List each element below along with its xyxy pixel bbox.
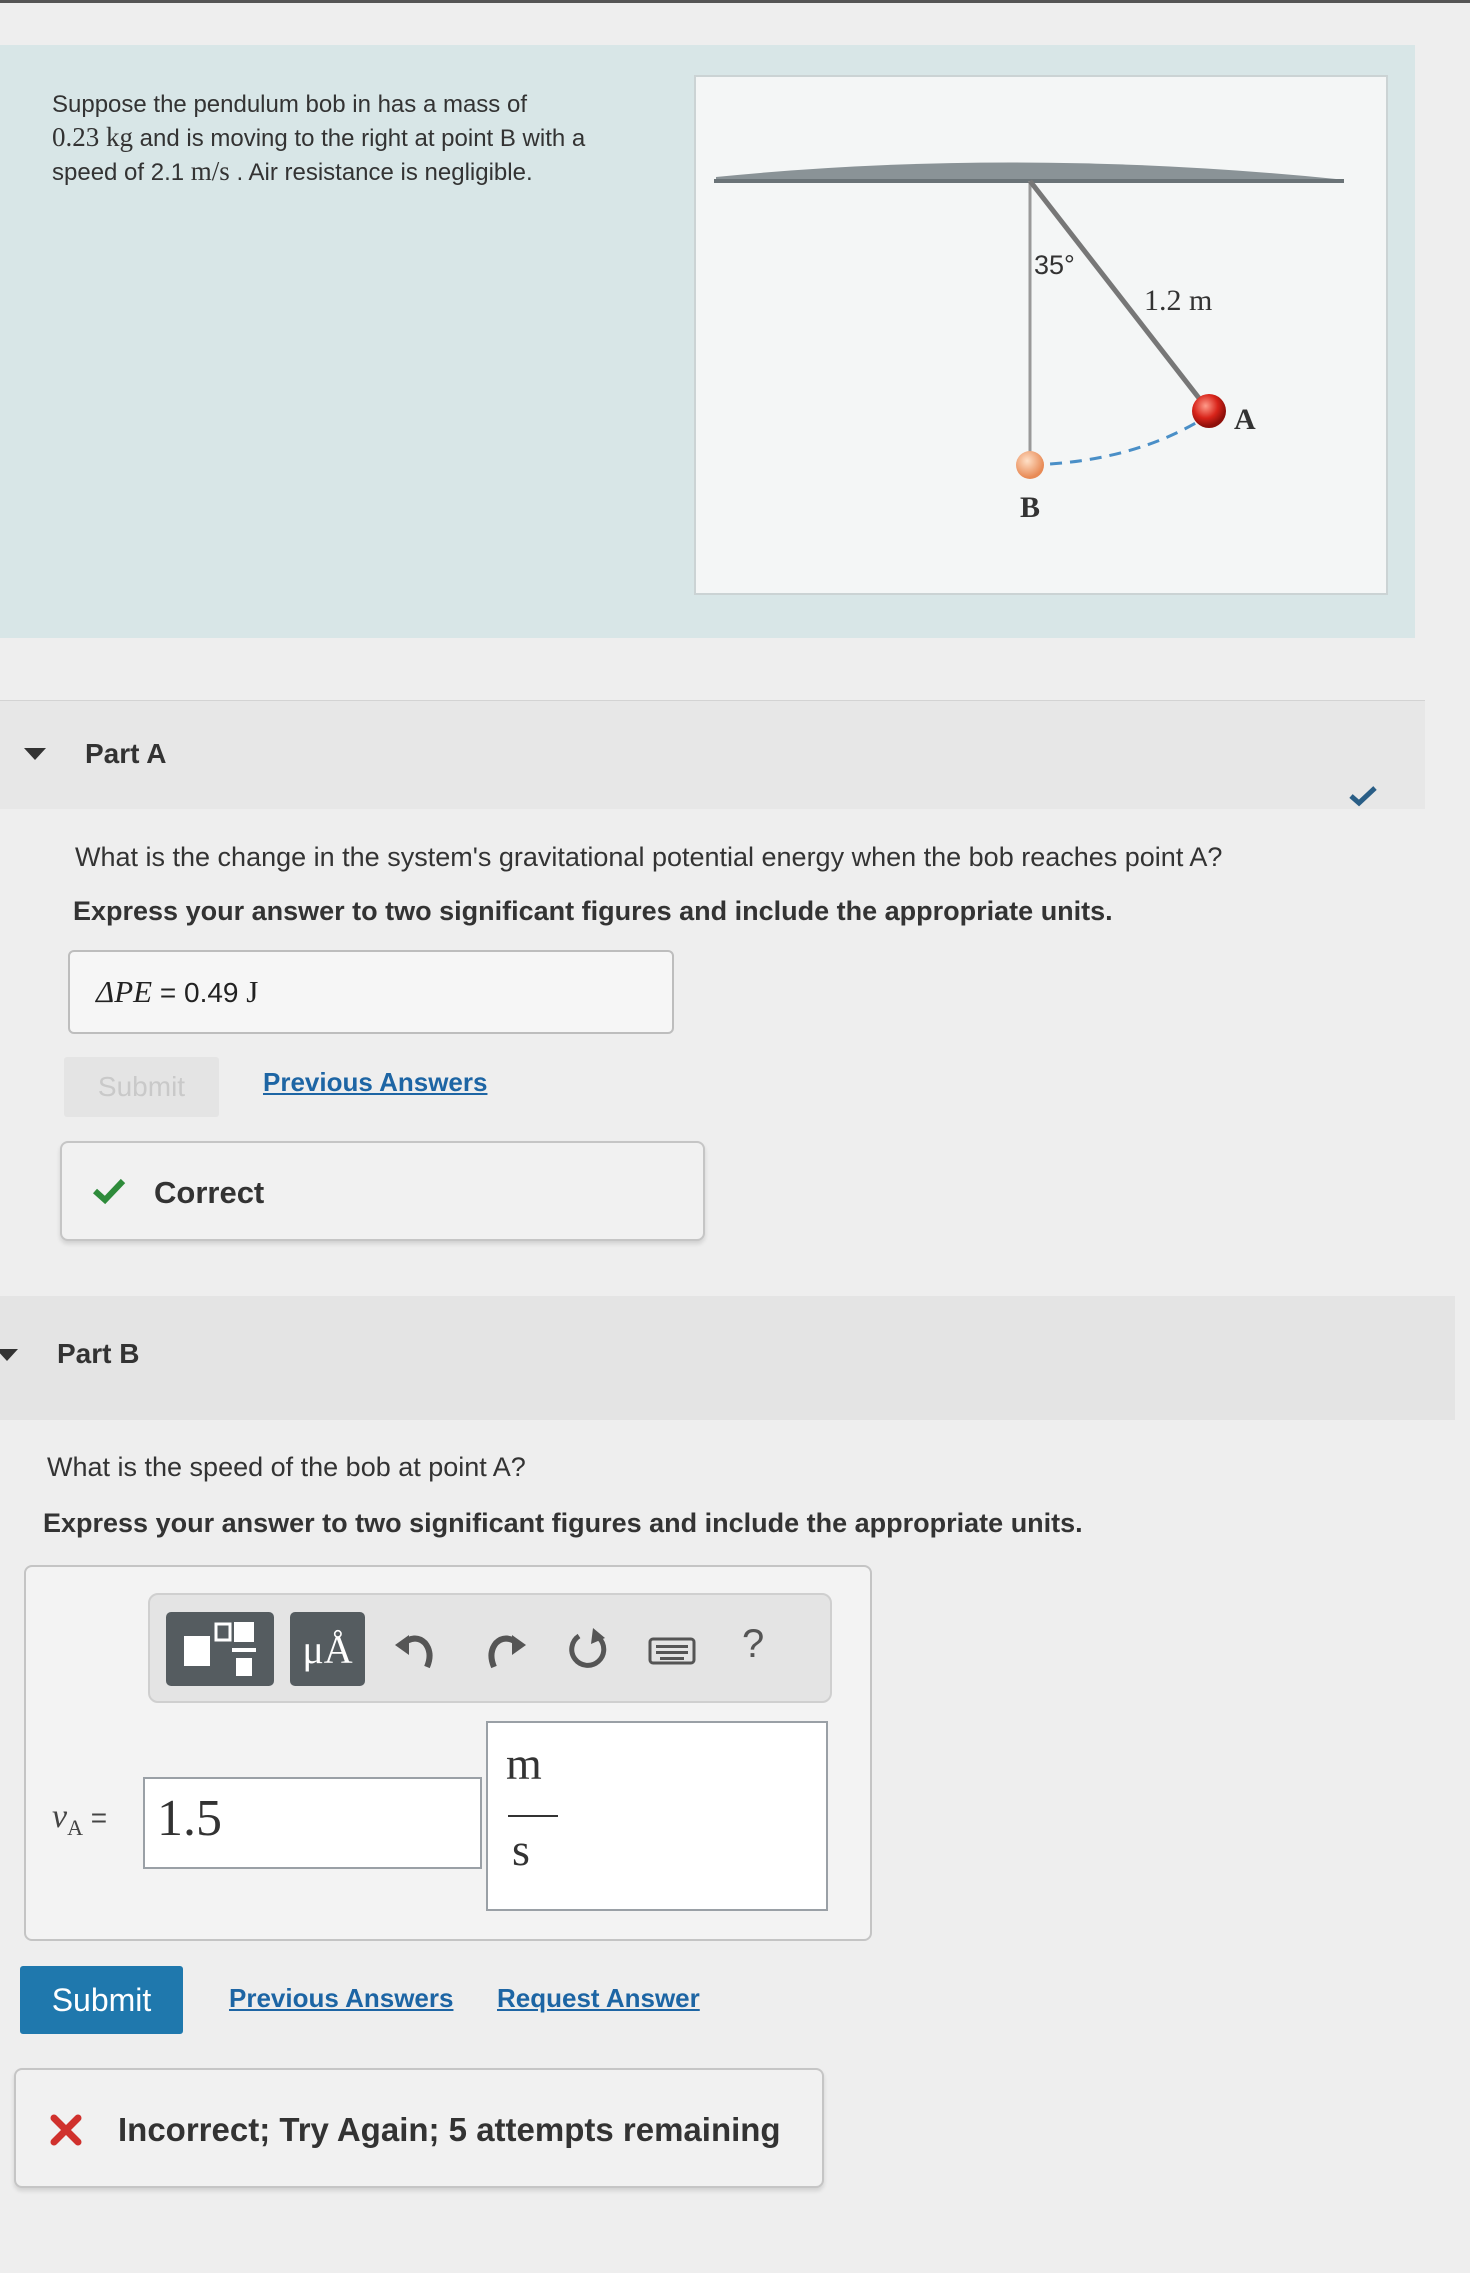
collapse-caret-icon[interactable] (24, 748, 46, 760)
point-a-label: A (1234, 403, 1256, 436)
collapse-caret-icon[interactable] (0, 1349, 18, 1361)
unit-denominator[interactable]: s (512, 1823, 530, 1876)
undo-icon[interactable] (393, 1627, 439, 1671)
fraction-template-icon (184, 1622, 256, 1676)
pendulum-diagram: 35° 1.2 m A B (714, 162, 1344, 524)
units-input[interactable]: m s (486, 1721, 828, 1911)
part-a-title: Part A (85, 738, 167, 769)
answer-equals: = (152, 977, 184, 1008)
part-a-question: What is the change in the system's gravi… (75, 842, 1223, 872)
part-b-header[interactable] (0, 1296, 1455, 1420)
templates-button[interactable] (166, 1612, 274, 1686)
var-equals: = (82, 1802, 108, 1833)
intro-line-2: and is moving to the right at point B wi… (133, 125, 586, 152)
bob-at-a (1192, 394, 1226, 428)
unit-numerator[interactable]: m (506, 1737, 542, 1790)
intro-line-1: Suppose the pendulum bob in has a mass o… (52, 91, 527, 118)
answer-value: 0.49 (184, 977, 239, 1008)
part-a-header[interactable] (0, 700, 1425, 809)
var-subscript: A (67, 1814, 83, 1840)
intro-line-3b: . Air resistance is negligible. (229, 159, 533, 186)
part-b-submit-button[interactable]: Submit (20, 1966, 183, 2034)
mass-value: 0.23 kg (52, 122, 133, 152)
fraction-bar (508, 1815, 558, 1817)
speed-value-input[interactable]: 1.5 (143, 1777, 482, 1869)
part-a-answer-field: ΔPE = 0.49 J (68, 950, 674, 1034)
help-button[interactable]: ? (742, 1622, 764, 1667)
completed-check-icon (1349, 786, 1377, 807)
part-b-previous-answers-link[interactable]: Previous Answers (229, 1983, 453, 2014)
pendulum-figure: 35° 1.2 m A B (694, 75, 1388, 595)
length-label: 1.2 m (1144, 284, 1212, 317)
incorrect-x-icon (50, 2114, 82, 2146)
angle-label: 35° (1034, 250, 1075, 280)
incorrect-text: Incorrect; Try Again; 5 attempts remaini… (118, 2111, 781, 2148)
part-a-previous-answers-link[interactable]: Previous Answers (263, 1067, 487, 1098)
part-b-question: What is the speed of the bob at point A? (47, 1452, 526, 1482)
top-border (0, 0, 1470, 3)
request-answer-link[interactable]: Request Answer (497, 1983, 700, 2014)
part-b-instruction: Express your answer to two significant f… (43, 1508, 1083, 1538)
correct-text: Correct (154, 1175, 265, 1210)
intro-line-3a: speed of 2.1 (52, 159, 191, 186)
units-button[interactable]: μÅ (290, 1612, 365, 1686)
reset-icon[interactable] (565, 1624, 611, 1674)
part-a-feedback: Correct (60, 1141, 705, 1241)
speed-value: 1.5 (157, 1790, 222, 1847)
speed-unit: m/s (190, 156, 230, 186)
swing-arc (1029, 413, 1210, 467)
part-b-title: Part B (57, 1338, 140, 1369)
keyboard-icon[interactable] (648, 1636, 696, 1666)
part-a-instruction: Express your answer to two significant f… (73, 896, 1113, 926)
part-a-submit-button[interactable]: Submit (64, 1057, 219, 1117)
units-label: μÅ (302, 1627, 353, 1672)
answer-unit: J (238, 974, 259, 1009)
part-b-feedback: Incorrect; Try Again; 5 attempts remaini… (14, 2068, 824, 2188)
redo-icon[interactable] (482, 1627, 528, 1671)
answer-variable: ΔPE (96, 974, 153, 1009)
correct-check-icon (92, 1178, 126, 1205)
var-letter: v (52, 1798, 68, 1835)
answer-variable-label: vA = (52, 1798, 107, 1841)
bob-at-b (1016, 451, 1044, 479)
problem-statement: Suppose the pendulum bob in has a mass o… (52, 88, 672, 189)
point-b-label: B (1020, 491, 1040, 524)
